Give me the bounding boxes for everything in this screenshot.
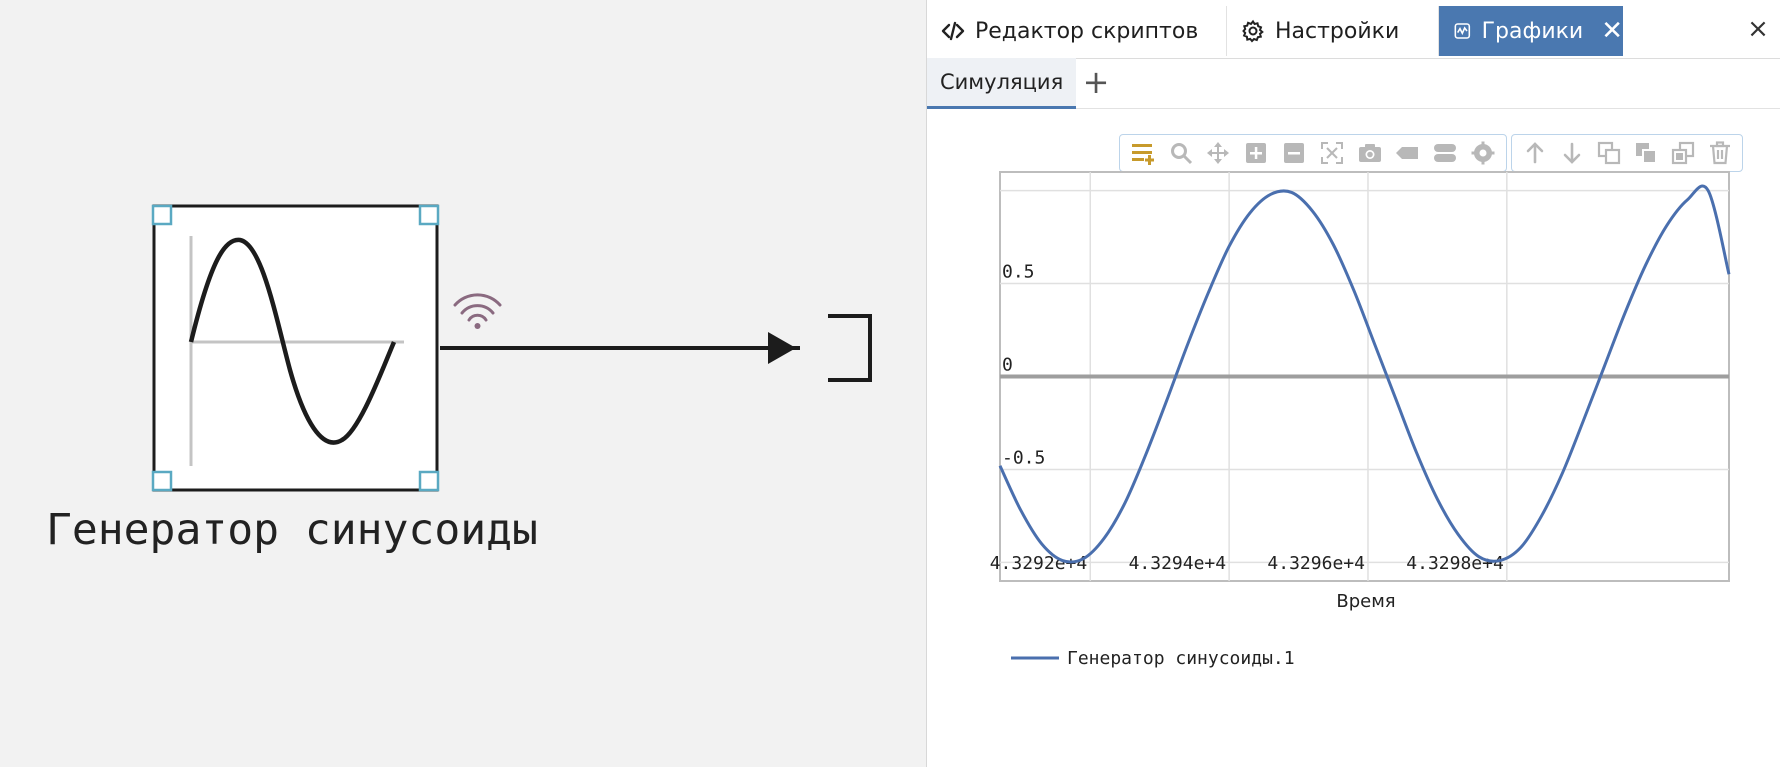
model-canvas[interactable]: Генератор синусоиды (0, 0, 926, 767)
y-tick-label: 0 (1002, 355, 1013, 376)
legend-label: Генератор синусоиды.1 (1067, 648, 1295, 669)
x-axis-label: Время (1336, 591, 1395, 612)
chart-area[interactable]: 0.5 0 -0.5 4.3292e+4 4.3294e+4 4.3296e+4 4.32… (927, 0, 1780, 767)
x-tick-label: 4.3294e+4 (1129, 553, 1227, 574)
resize-handle-bottom-left[interactable] (151, 470, 173, 492)
y-tick-label: 0.5 (1002, 262, 1035, 283)
wireless-signal-icon (453, 293, 502, 329)
resize-handle-bottom-right[interactable] (418, 470, 440, 492)
y-tick-label: -0.5 (1002, 447, 1045, 468)
resize-handle-top-left[interactable] (151, 204, 173, 226)
x-tick-label: 4.3298e+4 (1406, 553, 1504, 574)
signal-connection[interactable] (440, 332, 800, 364)
right-panel: Редактор скриптов Настройки Графики ✕ × … (926, 0, 1780, 767)
diagram-svg (151, 204, 872, 492)
x-tick-label: 4.3292e+4 (990, 553, 1088, 574)
x-tick-label: 4.3296e+4 (1267, 553, 1365, 574)
block-label: Генератор синусоиды (46, 505, 538, 555)
output-port[interactable] (828, 314, 872, 382)
resize-handle-top-right[interactable] (418, 204, 440, 226)
sine-generator-block[interactable] (151, 204, 440, 492)
legend[interactable]: Генератор синусоиды.1 (1011, 648, 1295, 669)
